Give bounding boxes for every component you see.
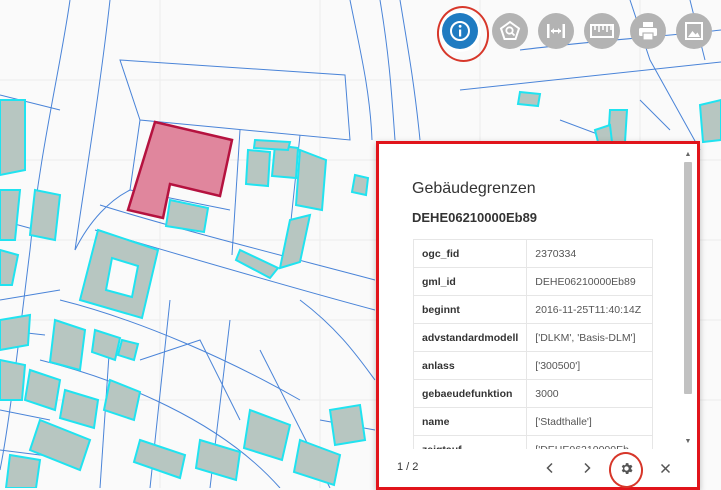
attribute-row: name ['Stadthalle']: [412, 407, 653, 436]
print-icon: [639, 22, 657, 41]
attribute-value: DEHE06210000Eb89: [526, 267, 653, 296]
attribute-value: 2016-11-25T11:40:14Z: [526, 295, 653, 324]
attribute-value: ['Stadthalle']: [526, 407, 653, 436]
attribute-key: name: [412, 407, 528, 436]
measure-area-button[interactable]: [492, 13, 528, 49]
attribute-key: gebaeudefunktion: [412, 379, 528, 408]
attribute-key: gml_id: [412, 267, 528, 296]
close-panel-button[interactable]: [656, 459, 674, 477]
attribute-key: zeigtauf: [412, 435, 528, 449]
measure-area-icon: [499, 20, 521, 40]
attribute-row: ogc_fid 2370334: [412, 239, 653, 268]
chevron-right-icon: [584, 462, 591, 474]
gear-icon: [621, 462, 632, 474]
attribute-key: beginnt: [412, 295, 528, 324]
attribute-key: anlass: [412, 351, 528, 380]
close-icon: [660, 463, 670, 473]
print-button[interactable]: [630, 13, 666, 49]
attribute-key: ogc_fid: [412, 239, 528, 268]
attribute-value: ['DLKM', 'Basis-DLM']: [526, 323, 653, 352]
next-feature-button[interactable]: [578, 459, 596, 477]
image-export-icon: [685, 22, 703, 40]
attribute-row: beginnt 2016-11-25T11:40:14Z: [412, 295, 653, 324]
vertical-scrollbar[interactable]: ▲ ▼: [683, 150, 693, 447]
attribute-key: advstandardmodell: [412, 323, 528, 352]
attribute-row: gebaeudefunktion 3000: [412, 379, 653, 408]
settings-button[interactable]: [617, 459, 635, 477]
feature-info-panel: Gebäudegrenzen DEHE06210000Eb89 ogc_fid 2…: [376, 141, 700, 490]
scroll-up-arrow-icon[interactable]: ▲: [683, 150, 693, 160]
measure-distance-button[interactable]: [538, 13, 574, 49]
panel-scroll-area[interactable]: Gebäudegrenzen DEHE06210000Eb89 ogc_fid 2…: [379, 144, 685, 449]
feature-info-button[interactable]: [442, 13, 478, 49]
scroll-down-arrow-icon[interactable]: ▼: [683, 437, 693, 447]
measure-distance-icon: [547, 24, 565, 38]
attribute-row: advstandardmodell ['DLKM', 'Basis-DLM']: [412, 323, 653, 352]
scroll-thumb[interactable]: [684, 162, 692, 394]
attribute-table: ogc_fid 2370334 gml_id DEHE06210000Eb89 begi…: [412, 239, 653, 449]
feature-id: DEHE06210000Eb89: [412, 210, 538, 225]
attribute-value: ['300500']: [526, 351, 653, 380]
attribute-row: anlass ['300500']: [412, 351, 653, 380]
attribute-value: 3000: [526, 379, 653, 408]
attribute-row: zeigtauf['DEHE06210000Eb...: [412, 435, 653, 449]
info-icon: [450, 21, 470, 41]
previous-feature-button[interactable]: [541, 459, 559, 477]
ruler-icon: [590, 24, 614, 38]
ruler-button[interactable]: [584, 13, 620, 49]
attribute-value: ['DEHE06210000Eb...: [526, 435, 653, 449]
page-counter: 1 / 2: [397, 461, 419, 473]
attribute-row: gml_id DEHE06210000Eb89: [412, 267, 653, 296]
attribute-value: 2370334: [526, 239, 653, 268]
panel-footer: 1 / 2: [379, 449, 697, 487]
image-export-button[interactable]: [676, 13, 712, 49]
layer-title: Gebäudegrenzen: [412, 180, 536, 197]
chevron-left-icon: [546, 462, 553, 474]
